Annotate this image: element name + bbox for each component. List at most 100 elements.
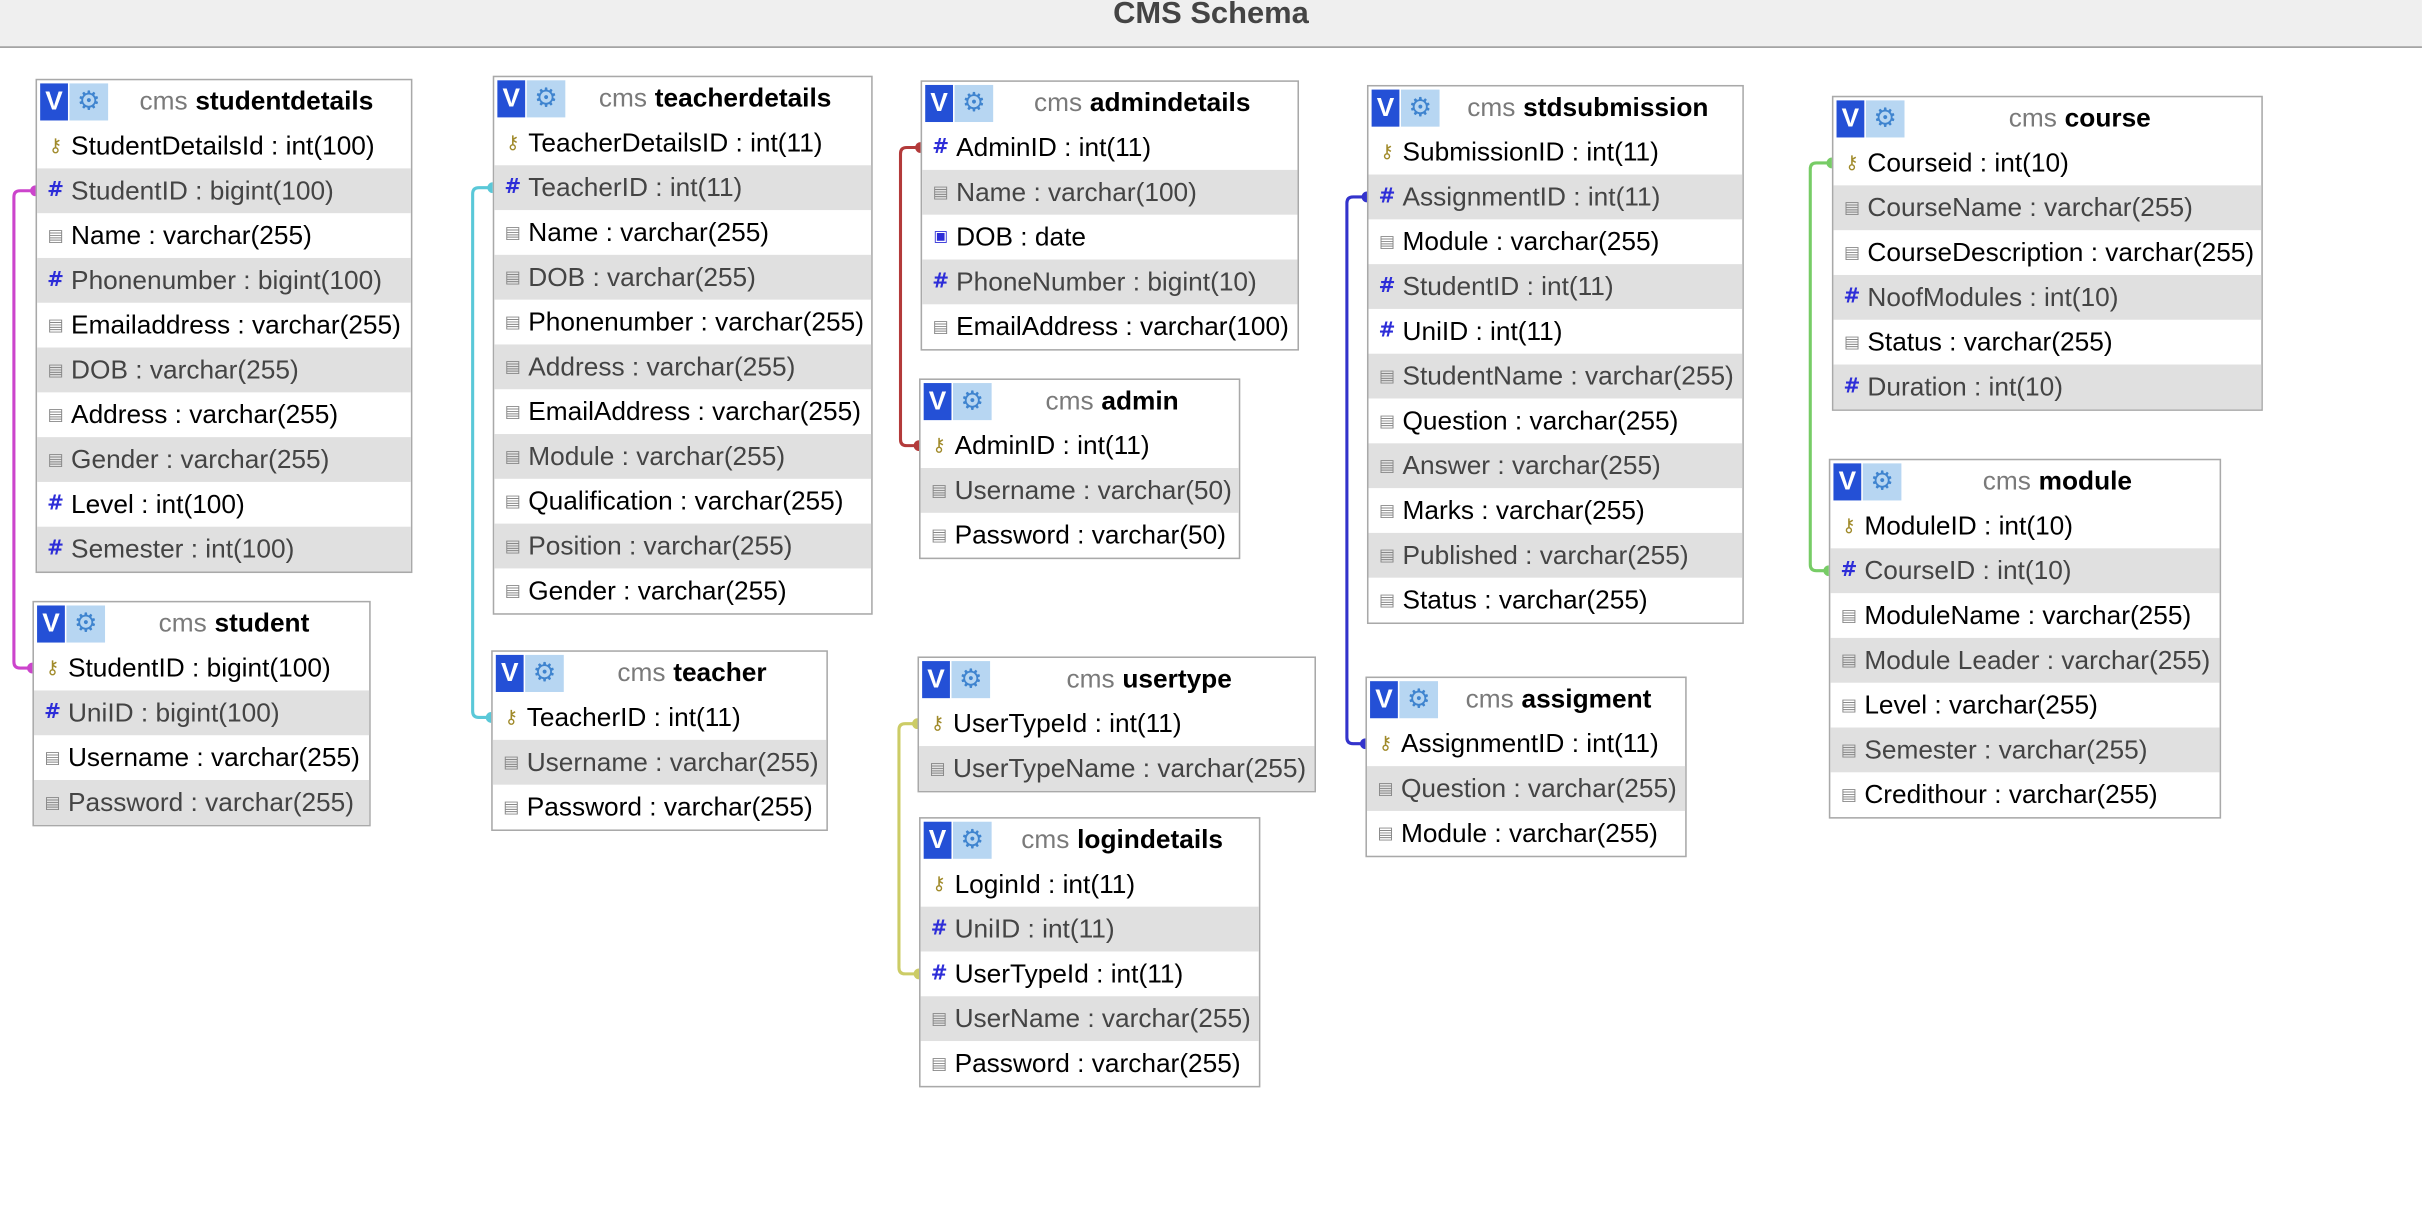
column-row[interactable]: ▤ Module Leader : varchar(255)	[1830, 637, 2220, 683]
table-module[interactable]: V ⚙ cms module ⚷ ModuleID : int(10) # CourseID …	[1828, 458, 2222, 819]
column-row[interactable]: ▤ Position : varchar(255)	[494, 523, 872, 569]
column-row[interactable]: ⚷ UserTypeId : int(11)	[919, 701, 1314, 746]
v-button-icon[interactable]: V	[1836, 100, 1865, 138]
column-row[interactable]: ⚷ AdminID : int(11)	[921, 423, 1239, 468]
column-row[interactable]: ▤ Name : varchar(255)	[37, 213, 411, 258]
column-row[interactable]: ▤ Marks : varchar(255)	[1369, 488, 1743, 533]
v-button-icon[interactable]: V	[923, 383, 952, 421]
column-row[interactable]: ▤ Module : varchar(255)	[1369, 219, 1743, 264]
v-button-icon[interactable]: V	[37, 605, 65, 643]
column-row[interactable]: ▤ Module : varchar(255)	[494, 434, 872, 479]
table-assigment[interactable]: V ⚙ cms assigment ⚷ AssignmentID : int(11) ▤ Qu…	[1365, 676, 1687, 858]
column-row[interactable]: ⚷ StudentDetailsId : int(100)	[37, 124, 411, 169]
v-button-icon[interactable]: V	[495, 654, 524, 692]
column-row[interactable]: ⚷ SubmissionID : int(11)	[1369, 130, 1743, 175]
table-admin[interactable]: V ⚙ cms admin ⚷ AdminID : int(11) ▤ Username : …	[919, 378, 1241, 560]
gear-icon[interactable]: ⚙	[69, 83, 109, 121]
column-row[interactable]: ▤ Emailaddress : varchar(255)	[37, 303, 411, 348]
column-row[interactable]: ▤ Answer : varchar(255)	[1368, 443, 1743, 489]
v-button-icon[interactable]: V	[922, 661, 950, 699]
column-row[interactable]: ▤ Question : varchar(255)	[1369, 399, 1743, 444]
v-button-icon[interactable]: V	[923, 821, 952, 859]
column-row[interactable]: ⚷ TeacherDetailsID : int(11)	[494, 120, 871, 165]
table-header[interactable]: V ⚙ cms admindetails	[922, 82, 1297, 125]
gear-icon[interactable]: ⚙	[954, 84, 994, 123]
column-row[interactable]: # CourseID : int(10)	[1830, 548, 2220, 594]
table-stdsubmission[interactable]: V ⚙ cms stdsubmission ⚷ SubmissionID : int(11…	[1366, 84, 1744, 625]
column-row[interactable]: # TeacherID : int(11)	[494, 165, 872, 211]
column-row[interactable]: ▤ CourseName : varchar(255)	[1833, 185, 2262, 231]
column-row[interactable]: ▤ Password : varchar(255)	[921, 1041, 1259, 1086]
column-row[interactable]: ⚷ LoginId : int(11)	[921, 862, 1259, 907]
gear-icon[interactable]: ⚙	[953, 383, 992, 421]
column-row[interactable]: # UniID : int(11)	[920, 906, 1259, 952]
column-row[interactable]: ▤ Module : varchar(255)	[1367, 811, 1685, 856]
column-row[interactable]: ▤ Username : varchar(255)	[34, 735, 369, 780]
column-row[interactable]: # AssignmentID : int(11)	[1368, 174, 1743, 220]
column-row[interactable]: ⚷ Courseid : int(10)	[1833, 141, 2261, 186]
column-row[interactable]: ▤ Address : varchar(255)	[494, 344, 872, 390]
column-row[interactable]: # PhoneNumber : bigint(10)	[922, 259, 1298, 305]
column-row[interactable]: ▤ Status : varchar(255)	[1369, 578, 1743, 623]
table-header[interactable]: V ⚙ cms student	[34, 602, 369, 645]
gear-icon[interactable]: ⚙	[951, 661, 991, 699]
column-row[interactable]: # UserTypeId : int(11)	[921, 951, 1259, 996]
column-row[interactable]: ▤ Qualification : varchar(255)	[494, 479, 871, 524]
column-row[interactable]: # StudentID : bigint(100)	[37, 168, 411, 214]
table-header[interactable]: V ⚙ cms teacherdetails	[494, 77, 871, 120]
column-row[interactable]: ▣ DOB : date	[922, 215, 1297, 260]
column-row[interactable]: ▤ Password : varchar(255)	[493, 785, 827, 830]
column-row[interactable]: ▤ UserName : varchar(255)	[920, 996, 1259, 1042]
column-row[interactable]: ▤ ModuleName : varchar(255)	[1830, 593, 2219, 638]
table-teacher[interactable]: V ⚙ cms teacher ⚷ TeacherID : int(11) ▤ Usernam…	[491, 650, 828, 831]
table-header[interactable]: V ⚙ cms admin	[921, 380, 1239, 423]
table-header[interactable]: V ⚙ cms module	[1830, 460, 2219, 503]
table-logindetails[interactable]: V ⚙ cms logindetails ⚷ LoginId : int(11) # UniI…	[919, 817, 1261, 1088]
column-row[interactable]: ▤ StudentName : varchar(255)	[1368, 353, 1743, 399]
v-button-icon[interactable]: V	[40, 83, 68, 121]
table-header[interactable]: V ⚙ cms assigment	[1367, 678, 1685, 721]
column-row[interactable]: ▤ DOB : varchar(255)	[37, 347, 411, 393]
column-row[interactable]: # NoofModules : int(10)	[1833, 274, 2262, 320]
gear-icon[interactable]: ⚙	[525, 654, 564, 692]
table-course[interactable]: V ⚙ cms course ⚷ Courseid : int(10) ▤ CourseNam…	[1831, 95, 2263, 411]
column-row[interactable]: # Duration : int(10)	[1833, 364, 2262, 410]
column-row[interactable]: ▤ Question : varchar(255)	[1366, 766, 1686, 811]
table-header[interactable]: V ⚙ cms course	[1833, 97, 2261, 140]
column-row[interactable]: ▤ Status : varchar(255)	[1833, 320, 2261, 365]
gear-icon[interactable]: ⚙	[1865, 100, 1905, 138]
column-row[interactable]: # Level : int(100)	[37, 482, 411, 527]
column-row[interactable]: ▤ Gender : varchar(255)	[494, 568, 871, 613]
column-row[interactable]: # StudentID : int(11)	[1368, 264, 1743, 309]
column-row[interactable]: ▤ Password : varchar(50)	[921, 513, 1239, 558]
table-header[interactable]: V ⚙ cms usertype	[919, 658, 1314, 701]
column-row[interactable]: # Semester : int(100)	[37, 526, 411, 572]
column-row[interactable]: ⚷ StudentID : bigint(100)	[34, 646, 369, 691]
table-usertype[interactable]: V ⚙ cms usertype ⚷ UserTypeId : int(11) ▤ UserT…	[917, 656, 1316, 793]
column-row[interactable]: ▤ Phonenumber : varchar(255)	[494, 300, 871, 345]
table-header[interactable]: V ⚙ cms stdsubmission	[1369, 86, 1743, 129]
column-row[interactable]: ▤ Credithour : varchar(255)	[1830, 772, 2219, 817]
table-studentdetails[interactable]: V ⚙ cms studentdetails ⚷ StudentDetailsId : i…	[35, 78, 413, 574]
column-row[interactable]: ▤ DOB : varchar(255)	[494, 254, 872, 300]
column-row[interactable]: ⚷ AssignmentID : int(11)	[1367, 721, 1685, 766]
column-row[interactable]: # AdminID : int(11)	[922, 125, 1297, 170]
column-row[interactable]: ⚷ TeacherID : int(11)	[493, 695, 827, 740]
table-admindetails[interactable]: V ⚙ cms admindetails # AdminID : int(11) ▤ Name…	[920, 80, 1300, 351]
v-button-icon[interactable]: V	[497, 80, 526, 118]
gear-icon[interactable]: ⚙	[953, 821, 992, 859]
gear-icon[interactable]: ⚙	[1862, 463, 1902, 501]
column-row[interactable]: ▤ Name : varchar(100)	[922, 169, 1298, 215]
v-button-icon[interactable]: V	[1370, 681, 1398, 719]
column-row[interactable]: ▤ UserTypeName : varchar(255)	[919, 746, 1315, 791]
table-header[interactable]: V ⚙ cms studentdetails	[37, 80, 411, 123]
column-row[interactable]: ▤ Address : varchar(255)	[37, 392, 411, 437]
column-row[interactable]: ▤ Password : varchar(255)	[33, 780, 370, 825]
column-row[interactable]: ⚷ ModuleID : int(10)	[1830, 504, 2219, 549]
table-header[interactable]: V ⚙ cms logindetails	[921, 819, 1259, 862]
column-row[interactable]: ▤ Published : varchar(255)	[1368, 532, 1743, 578]
table-student[interactable]: V ⚙ cms student ⚷ StudentID : bigint(100) # Uni…	[32, 600, 371, 827]
v-button-icon[interactable]: V	[1371, 89, 1400, 127]
gear-icon[interactable]: ⚙	[1399, 681, 1439, 719]
column-row[interactable]: ▤ Semester : varchar(255)	[1830, 727, 2220, 773]
